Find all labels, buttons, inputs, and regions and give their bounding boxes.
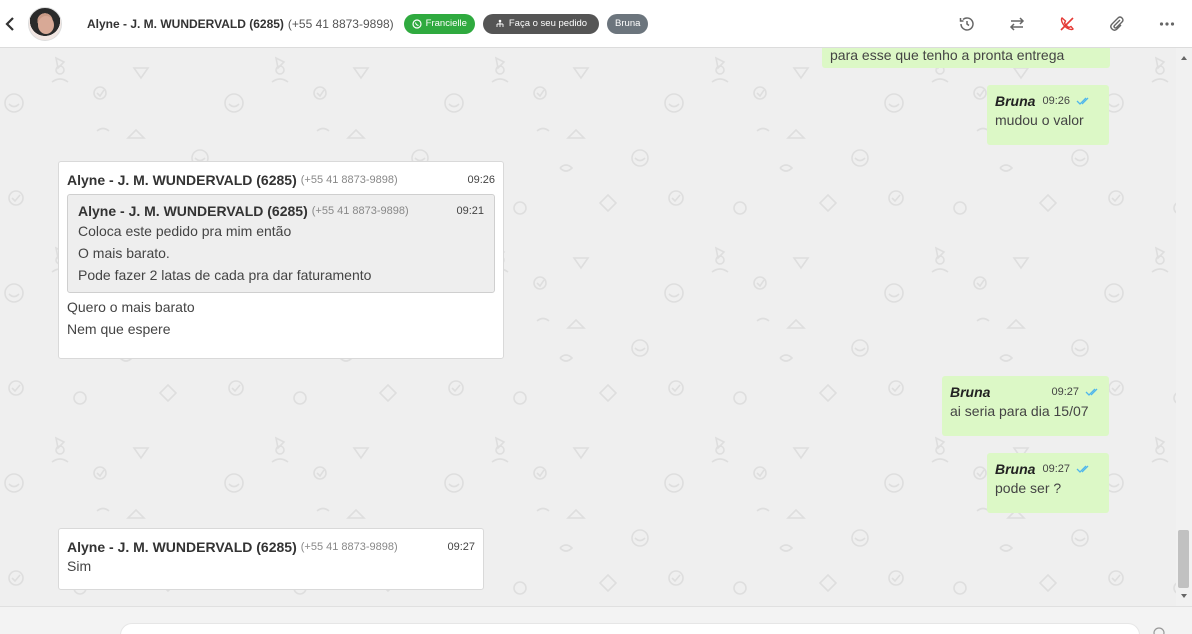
end-call-icon bbox=[1060, 17, 1074, 31]
scroll-up-icon[interactable] bbox=[1180, 54, 1188, 62]
message-sender-phone: (+55 41 8873-9898) bbox=[300, 541, 398, 553]
message-text: para esse que tenho a pronta entrega bbox=[830, 48, 1065, 63]
attach-icon bbox=[1110, 16, 1124, 31]
transfer-button[interactable] bbox=[992, 0, 1042, 48]
message-outgoing[interactable]: Bruna 09:26 mudou o valor bbox=[987, 85, 1109, 145]
attach-button[interactable] bbox=[1092, 0, 1142, 48]
quoted-text-line: Pode fazer 2 latas de cada pra dar fatur… bbox=[78, 267, 372, 283]
quoted-sender-phone: (+55 41 8873-9898) bbox=[311, 205, 409, 217]
chevron-left-icon bbox=[5, 16, 14, 31]
emoji-icon[interactable] bbox=[1153, 627, 1165, 634]
read-receipt-icon bbox=[1076, 97, 1089, 105]
composer-bar bbox=[0, 606, 1192, 634]
read-receipt-icon bbox=[1085, 388, 1098, 396]
end-call-button[interactable] bbox=[1042, 0, 1092, 48]
message-incoming[interactable]: Alyne - J. M. WUNDERVALD (6285) (+55 41 … bbox=[58, 161, 504, 359]
message-input[interactable] bbox=[120, 623, 1140, 634]
avatar[interactable] bbox=[28, 6, 62, 41]
network-icon bbox=[496, 19, 504, 27]
history-button[interactable] bbox=[942, 0, 992, 48]
message-sender: Bruna bbox=[995, 461, 1036, 477]
message-outgoing-partial[interactable]: para esse que tenho a pronta entrega bbox=[822, 48, 1110, 68]
tag-bruna[interactable]: Bruna bbox=[607, 13, 649, 34]
message-list[interactable]: para esse que tenho a pronta entrega Bru… bbox=[0, 48, 1176, 606]
message-time: 09:26 bbox=[1042, 95, 1070, 107]
chat-scrollbar[interactable] bbox=[1176, 48, 1192, 606]
tag-faca-o-seu-pedido[interactable]: Faça o seu pedido bbox=[482, 13, 600, 34]
contact-name: Alyne - J. M. WUNDERVALD (6285) bbox=[87, 16, 284, 31]
message-sender-phone: (+55 41 8873-9898) bbox=[300, 174, 398, 186]
message-text: ai seria para dia 15/07 bbox=[950, 403, 1089, 419]
message-text: mudou o valor bbox=[995, 112, 1084, 128]
quoted-sender: Alyne - J. M. WUNDERVALD (6285) bbox=[78, 203, 308, 219]
message-sender: Bruna bbox=[950, 384, 991, 400]
message-sender: Alyne - J. M. WUNDERVALD (6285) bbox=[67, 172, 297, 188]
history-icon bbox=[959, 17, 974, 31]
quoted-time: 09:21 bbox=[456, 205, 484, 217]
message-time: 09:26 bbox=[467, 174, 495, 186]
message-sender: Alyne - J. M. WUNDERVALD (6285) bbox=[67, 539, 297, 555]
tag-label: Francielle bbox=[425, 18, 467, 29]
chat-header: Alyne - J. M. WUNDERVALD (6285) (+55 41 … bbox=[0, 0, 1192, 48]
message-text: Sim bbox=[67, 558, 92, 574]
message-sender: Bruna bbox=[995, 93, 1036, 109]
more-icon bbox=[1159, 22, 1175, 26]
message-outgoing[interactable]: Bruna 09:27 ai seria para dia 15/07 bbox=[942, 376, 1109, 436]
more-options-button[interactable] bbox=[1142, 0, 1192, 48]
scrollbar-thumb[interactable] bbox=[1178, 530, 1189, 588]
tag-label: Faça o seu pedido bbox=[508, 18, 588, 29]
message-time: 09:27 bbox=[1042, 463, 1070, 475]
tag-francielle[interactable]: Francielle bbox=[403, 13, 475, 34]
message-text-line: Nem que espere bbox=[67, 321, 171, 337]
message-time: 09:27 bbox=[447, 541, 475, 553]
quoted-text-line: O mais barato. bbox=[78, 245, 170, 261]
message-text: pode ser ? bbox=[995, 480, 1062, 496]
contact-phone: (+55 41 8873-9898) bbox=[287, 16, 394, 31]
read-receipt-icon bbox=[1076, 465, 1089, 473]
quoted-text-line: Coloca este pedido pra mim então bbox=[78, 223, 292, 239]
message-time: 09:27 bbox=[1051, 386, 1079, 398]
back-button[interactable] bbox=[0, 0, 20, 48]
tag-label: Bruna bbox=[615, 18, 641, 29]
scroll-down-icon[interactable] bbox=[1180, 592, 1188, 600]
whatsapp-icon bbox=[412, 18, 422, 29]
message-text-line: Quero o mais barato bbox=[67, 299, 195, 315]
quoted-message[interactable]: Alyne - J. M. WUNDERVALD (6285) (+55 41 … bbox=[67, 194, 495, 293]
transfer-icon bbox=[1009, 17, 1025, 31]
header-actions bbox=[942, 0, 1192, 48]
message-incoming[interactable]: Alyne - J. M. WUNDERVALD (6285) (+55 41 … bbox=[58, 528, 484, 590]
message-outgoing[interactable]: Bruna 09:27 pode ser ? bbox=[987, 453, 1109, 513]
